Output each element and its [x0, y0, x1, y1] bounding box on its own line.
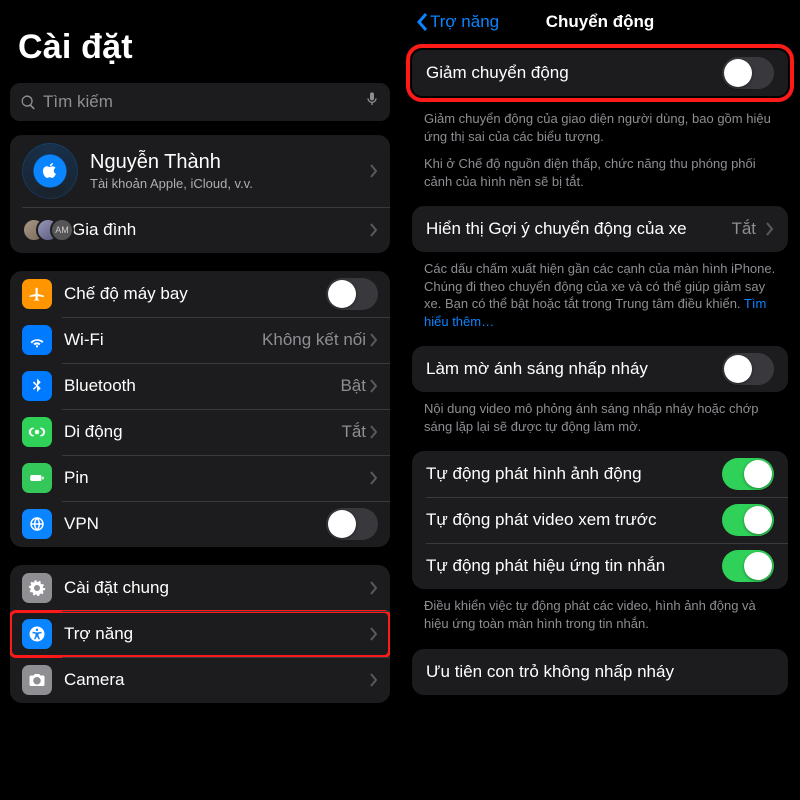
- general-settings-label: Cài đặt chung: [64, 578, 370, 598]
- dim-flash-label: Làm mờ ánh sáng nhấp nháy: [426, 359, 722, 379]
- autoplay-group: Tự động phát hình ảnh động Tự động phát …: [412, 451, 788, 589]
- bluetooth-value: Bật: [340, 376, 366, 396]
- vehicle-cues-desc-text: Các dấu chấm xuất hiện gần các cạnh của …: [424, 261, 775, 311]
- autoplay-images-switch[interactable]: [722, 458, 774, 490]
- vpn-icon: [22, 509, 52, 539]
- airplane-mode-switch[interactable]: [326, 278, 378, 310]
- dim-flash-row[interactable]: Làm mờ ánh sáng nhấp nháy: [412, 346, 788, 392]
- chevron-right-icon: [370, 673, 378, 687]
- autoplay-video-label: Tự động phát video xem trước: [426, 510, 722, 530]
- battery-label: Pin: [64, 468, 370, 488]
- family-row[interactable]: AM Gia đình: [10, 207, 390, 253]
- reduce-motion-group: Giảm chuyển động: [412, 50, 788, 96]
- gear-icon: [22, 573, 52, 603]
- bluetooth-row[interactable]: Bluetooth Bật: [10, 363, 390, 409]
- chevron-right-icon: [766, 222, 774, 236]
- apple-id-group: Nguyễn Thành Tài khoản Apple, iCloud, v.…: [10, 135, 390, 253]
- wifi-label: Wi-Fi: [64, 330, 262, 350]
- reduce-motion-label: Giảm chuyển động: [426, 63, 722, 83]
- chevron-right-icon: [370, 164, 378, 178]
- reduce-motion-switch[interactable]: [722, 57, 774, 89]
- reduce-motion-desc-2: Khi ở Chế độ nguồn điện thấp, chức năng …: [410, 155, 790, 200]
- general-settings-row[interactable]: Cài đặt chung: [10, 565, 390, 611]
- autoplay-images-label: Tự động phát hình ảnh động: [426, 464, 722, 484]
- search-input[interactable]: Tìm kiếm: [10, 83, 390, 121]
- apple-id-name: Nguyễn Thành: [90, 151, 370, 174]
- nav-title: Chuyển động: [410, 12, 790, 32]
- family-label: Gia đình: [72, 220, 370, 240]
- motion-settings-panel: Trợ năng Chuyển động Giảm chuyển động Gi…: [400, 0, 800, 800]
- cellular-row[interactable]: Di động Tắt: [10, 409, 390, 455]
- autoplay-video-switch[interactable]: [722, 504, 774, 536]
- cellular-icon: [22, 417, 52, 447]
- battery-icon: [22, 463, 52, 493]
- vehicle-cues-label: Hiển thị Gợi ý chuyển động của xe: [426, 219, 731, 239]
- page-title: Cài đặt: [10, 0, 390, 77]
- autoplay-desc: Điều khiển việc tự động phát các video, …: [410, 589, 790, 642]
- nav-bar: Trợ năng Chuyển động: [410, 0, 790, 44]
- crossfade-label: Ưu tiên con trỏ không nhấp nháy: [426, 662, 774, 682]
- dim-flash-switch[interactable]: [722, 353, 774, 385]
- general-group: Cài đặt chung Trợ năng Camera: [10, 565, 390, 703]
- camera-label: Camera: [64, 670, 370, 690]
- crossfade-row[interactable]: Ưu tiên con trỏ không nhấp nháy: [412, 649, 788, 695]
- crossfade-group: Ưu tiên con trỏ không nhấp nháy: [412, 649, 788, 695]
- wifi-icon: [22, 325, 52, 355]
- vehicle-cues-group: Hiển thị Gợi ý chuyển động của xe Tắt: [412, 206, 788, 252]
- chevron-right-icon: [370, 627, 378, 641]
- bluetooth-icon: [22, 371, 52, 401]
- chevron-right-icon: [370, 425, 378, 439]
- bluetooth-label: Bluetooth: [64, 376, 340, 396]
- autoplay-video-row[interactable]: Tự động phát video xem trước: [412, 497, 788, 543]
- accessibility-icon: [22, 619, 52, 649]
- cellular-value: Tắt: [341, 422, 366, 442]
- autoplay-msgfx-row[interactable]: Tự động phát hiệu ứng tin nhắn: [412, 543, 788, 589]
- settings-root-panel: Cài đặt Tìm kiếm Nguyễn Thành Tài khoản …: [0, 0, 400, 800]
- vpn-label: VPN: [64, 514, 326, 534]
- battery-row[interactable]: Pin: [10, 455, 390, 501]
- camera-row[interactable]: Camera: [10, 657, 390, 703]
- chevron-right-icon: [370, 581, 378, 595]
- reduce-motion-desc-1: Giảm chuyển động của giao diện người dùn…: [410, 102, 790, 155]
- accessibility-row[interactable]: Trợ năng: [10, 611, 390, 657]
- chevron-right-icon: [370, 471, 378, 485]
- chevron-right-icon: [370, 333, 378, 347]
- airplane-mode-row[interactable]: Chế độ máy bay: [10, 271, 390, 317]
- wifi-row[interactable]: Wi-Fi Không kết nối: [10, 317, 390, 363]
- dim-flash-group: Làm mờ ánh sáng nhấp nháy: [412, 346, 788, 392]
- airplane-mode-label: Chế độ máy bay: [64, 284, 326, 304]
- autoplay-msgfx-switch[interactable]: [722, 550, 774, 582]
- autoplay-msgfx-label: Tự động phát hiệu ứng tin nhắn: [426, 556, 722, 576]
- apple-id-subtitle: Tài khoản Apple, iCloud, v.v.: [90, 176, 370, 191]
- camera-icon: [22, 665, 52, 695]
- vehicle-cues-desc: Các dấu chấm xuất hiện gần các cạnh của …: [410, 252, 790, 340]
- vehicle-cues-value: Tắt: [731, 219, 756, 239]
- dim-flash-desc: Nội dung video mô phỏng ánh sáng nhấp nh…: [410, 392, 790, 445]
- apple-id-row[interactable]: Nguyễn Thành Tài khoản Apple, iCloud, v.…: [10, 135, 390, 207]
- vpn-row[interactable]: VPN: [10, 501, 390, 547]
- airplane-icon: [22, 279, 52, 309]
- connectivity-group: Chế độ máy bay Wi-Fi Không kết nối Bluet…: [10, 271, 390, 547]
- search-icon: [20, 94, 37, 111]
- search-placeholder: Tìm kiếm: [43, 92, 364, 112]
- microphone-icon[interactable]: [364, 91, 380, 113]
- chevron-right-icon: [370, 379, 378, 393]
- vehicle-cues-row[interactable]: Hiển thị Gợi ý chuyển động của xe Tắt: [412, 206, 788, 252]
- apple-avatar-icon: [22, 143, 78, 199]
- family-avatars-icon: AM: [22, 215, 68, 245]
- wifi-value: Không kết nối: [262, 330, 366, 350]
- vpn-switch[interactable]: [326, 508, 378, 540]
- accessibility-label: Trợ năng: [64, 624, 370, 644]
- chevron-right-icon: [370, 223, 378, 237]
- autoplay-images-row[interactable]: Tự động phát hình ảnh động: [412, 451, 788, 497]
- cellular-label: Di động: [64, 422, 341, 442]
- reduce-motion-row[interactable]: Giảm chuyển động: [412, 50, 788, 96]
